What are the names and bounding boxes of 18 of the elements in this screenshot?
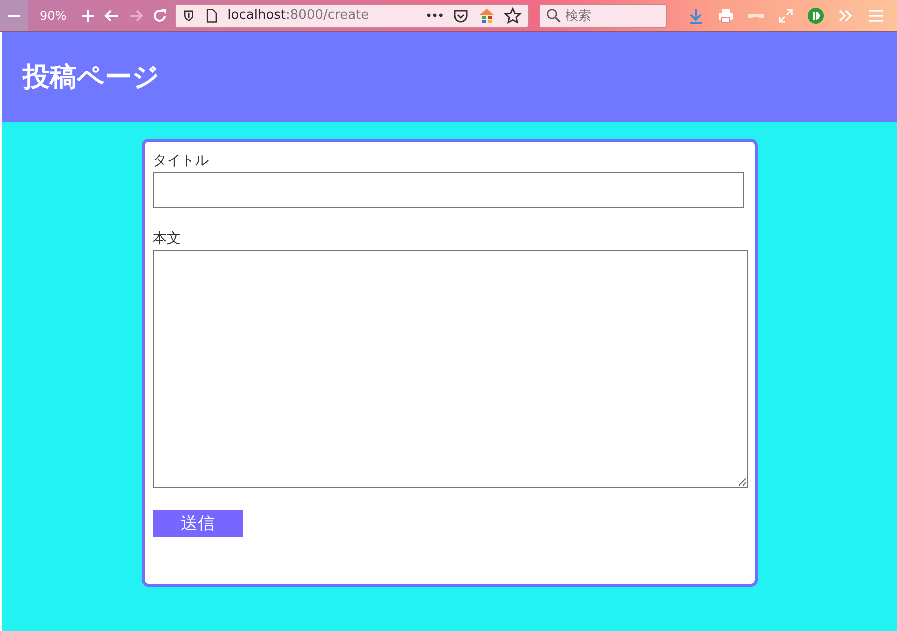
search-input[interactable]: 検索	[566, 8, 656, 23]
expand-icon[interactable]	[776, 6, 795, 24]
field-label: タイトル	[153, 152, 210, 170]
search-bar[interactable]: 検索	[538, 4, 667, 28]
submit-button[interactable]: 送信	[153, 510, 243, 537]
page-actions-button[interactable]: •••	[425, 8, 444, 22]
page-title: 投稿ページ	[23, 61, 160, 95]
search-icon	[546, 6, 562, 24]
circle-logo-icon[interactable]	[806, 6, 825, 24]
url-text: localhost:8000/create	[228, 8, 370, 23]
zoom-out-button[interactable]	[0, 0, 28, 31]
house-icon[interactable]	[478, 6, 496, 24]
field-label: 本文	[153, 230, 182, 248]
address-bar[interactable]: localhost:8000/create •••	[174, 4, 529, 28]
printer-icon[interactable]	[716, 6, 735, 24]
star-icon[interactable]	[504, 6, 522, 24]
title-input[interactable]	[153, 172, 744, 208]
minus-icon	[8, 14, 20, 16]
